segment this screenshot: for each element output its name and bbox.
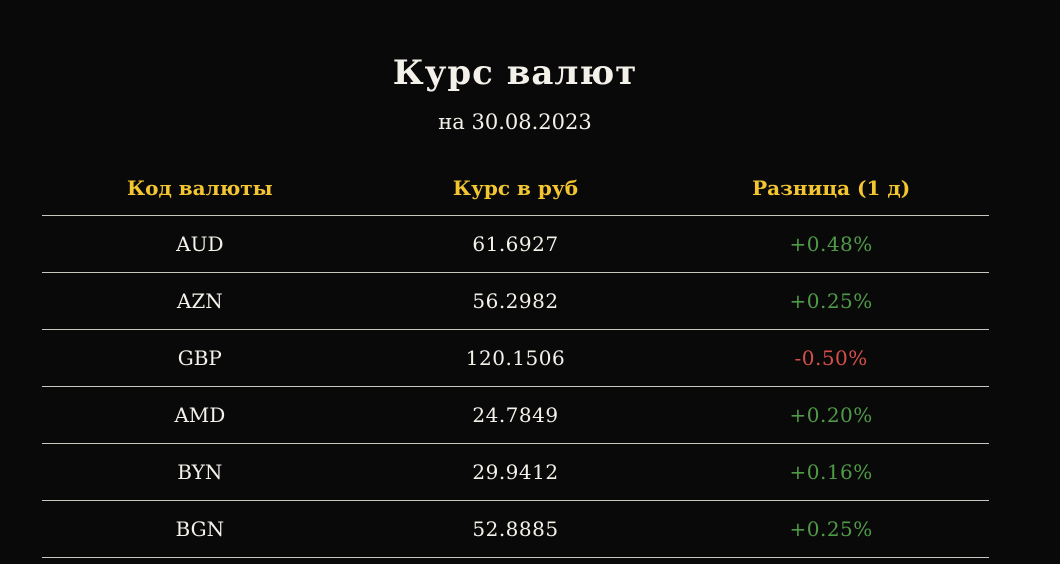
daily-change: +0.16% [789, 460, 873, 484]
daily-change: +0.25% [789, 517, 873, 541]
daily-change: -0.50% [794, 346, 868, 370]
currency-code: BGN [175, 517, 225, 541]
daily-change: +0.48% [789, 232, 873, 256]
exchange-rate: 29.9412 [472, 460, 559, 484]
rate-date-subtitle: на 30.08.2023 [438, 110, 592, 134]
exchange-rate: 52.8885 [472, 517, 559, 541]
exchange-rate: 61.6927 [472, 232, 559, 256]
table-row: AZN 56.2982 +0.25% [42, 273, 989, 330]
column-header-rate-rub: Курс в руб [452, 175, 579, 200]
table-row: GBP 120.1506 -0.50% [42, 330, 989, 387]
currency-code: AMD [174, 403, 226, 427]
currency-code: AZN [176, 289, 223, 313]
daily-change: +0.25% [789, 289, 873, 313]
exchange-rate: 56.2982 [472, 289, 559, 313]
table-row: AUD 61.6927 +0.48% [42, 216, 989, 273]
daily-change: +0.20% [789, 403, 873, 427]
currency-rates-table: Код валюты Курс в руб Разница (1 д) AUD … [42, 160, 989, 558]
currency-rates-page: Курс валют на 30.08.2023 Код валюты Курс… [0, 0, 1060, 564]
table-row: BGN 52.8885 +0.25% [42, 501, 989, 558]
table-row: AMD 24.7849 +0.20% [42, 387, 989, 444]
page-title: Курс валют [392, 53, 638, 93]
table-row: BYN 29.9412 +0.16% [42, 444, 989, 501]
column-header-currency-code: Код валюты [126, 175, 273, 200]
currency-code: GBP [177, 346, 222, 370]
exchange-rate: 120.1506 [465, 346, 566, 370]
currency-code: BYN [177, 460, 223, 484]
column-header-daily-change: Разница (1 д) [752, 175, 911, 200]
table-header-row: Код валюты Курс в руб Разница (1 д) [42, 160, 989, 216]
currency-code: AUD [176, 232, 224, 256]
exchange-rate: 24.7849 [472, 403, 559, 427]
